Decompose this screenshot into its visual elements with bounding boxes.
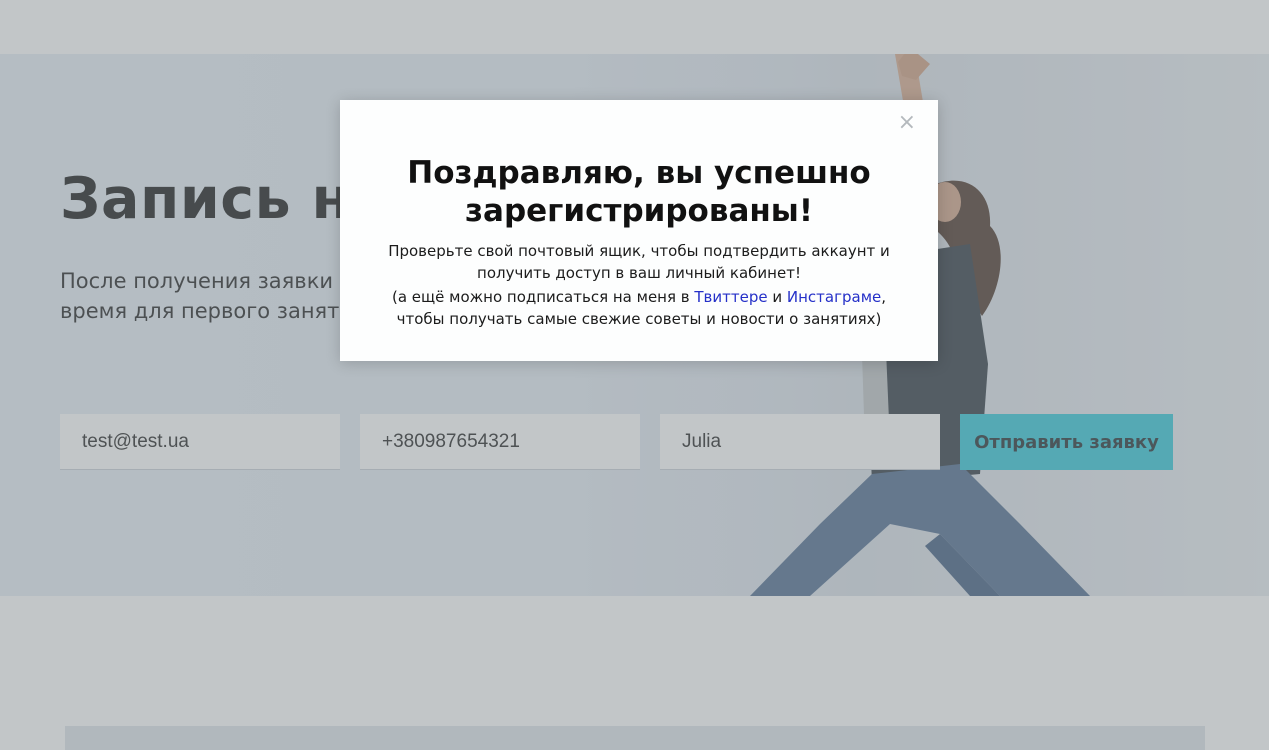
- modal-social-text: (а ещё можно подписаться на меня в Твитт…: [376, 286, 902, 330]
- close-icon[interactable]: ×: [898, 112, 916, 134]
- twitter-link[interactable]: Твиттере: [694, 288, 767, 306]
- instagram-link[interactable]: Инстаграме: [787, 288, 881, 306]
- and-word: и: [767, 288, 787, 306]
- social-prefix: (а ещё можно подписаться на меня в: [391, 288, 695, 306]
- modal-message: Проверьте свой почтовый ящик, чтобы подт…: [388, 242, 890, 282]
- success-modal: × Поздравляю, вы успешно зарегистрирован…: [340, 100, 938, 361]
- modal-title: Поздравляю, вы успешно зарегистрированы!: [407, 155, 871, 229]
